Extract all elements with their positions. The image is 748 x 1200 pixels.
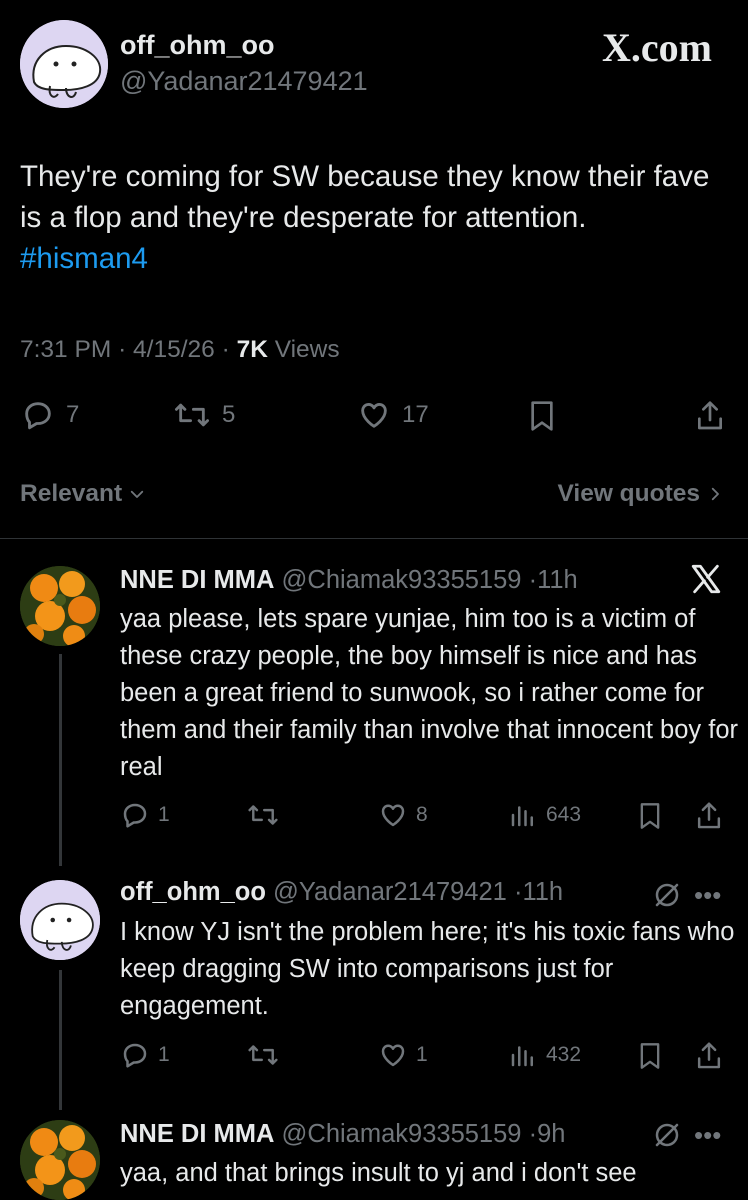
author-display-name[interactable]: off_ohm_oo — [120, 30, 275, 61]
reply-text: yaa please, lets spare yunjae, him too i… — [120, 605, 739, 781]
author-avatar[interactable] — [20, 20, 108, 108]
chevron-down-icon — [130, 490, 144, 498]
heart-icon — [361, 403, 387, 428]
flower-avatar-icon — [20, 566, 100, 646]
relevant-sort-dropdown[interactable]: Relevant — [20, 480, 146, 508]
reply-time[interactable]: 11h — [537, 566, 578, 594]
reply-text: yaa, and that brings insult to yj and i … — [120, 1159, 637, 1187]
tweet-time[interactable]: 7:31 PM — [20, 336, 111, 363]
views-count: 7K — [236, 336, 268, 363]
like-button[interactable]: 17 — [356, 398, 429, 432]
thread-line — [59, 970, 62, 1110]
reply-time[interactable]: 11h — [522, 878, 563, 906]
meta-separator: · — [221, 336, 237, 363]
reply-header: off_ohm_oo @Yadanar21479421 ·11h — [120, 878, 563, 907]
retweet-icon — [248, 805, 278, 825]
reply-icon — [25, 402, 51, 430]
views-count: 432 — [546, 1043, 582, 1066]
reply-retweet-button[interactable] — [246, 1040, 288, 1070]
relevant-label: Relevant — [20, 480, 123, 507]
author-handle[interactable]: @Yadanar21479421 — [120, 66, 368, 97]
reply-bookmark-button[interactable] — [636, 1040, 664, 1072]
reply-display-name[interactable]: NNE DI MMA — [120, 1120, 274, 1148]
reply-reply-button[interactable]: 1 — [120, 800, 170, 830]
reply-views-button[interactable]: 432 — [508, 1040, 581, 1070]
reply-avatar[interactable] — [20, 566, 100, 646]
reply-handle[interactable]: @Chiamak93355159 — [282, 566, 522, 594]
reply-avatar[interactable] — [20, 1120, 100, 1200]
bookmark-icon — [640, 803, 660, 829]
like-count: 17 — [402, 401, 429, 428]
bookmark-icon — [531, 401, 553, 431]
analytics-icon — [511, 806, 533, 827]
reply-display-name[interactable]: off_ohm_oo — [120, 878, 266, 906]
share-button[interactable] — [694, 398, 726, 434]
retweet-button[interactable]: 5 — [172, 398, 235, 432]
reply-count: 7 — [66, 401, 80, 428]
grok-icon[interactable] — [652, 880, 682, 910]
tweet-text: They're coming for SW because they know … — [20, 156, 730, 279]
tweet-meta: 7:31 PM · 4/15/26 · 7K Views — [20, 336, 340, 364]
reply-bookmark-button[interactable] — [636, 800, 664, 832]
more-options-icon[interactable]: ••• — [694, 1120, 721, 1151]
reply-time[interactable]: 9h — [537, 1120, 565, 1148]
x-logo-icon — [688, 562, 724, 596]
share-icon — [698, 401, 722, 430]
x-brand-logo: X.com — [602, 25, 712, 70]
heart-icon — [381, 804, 405, 827]
like-count: 8 — [416, 803, 428, 826]
reply-views-button[interactable]: 643 — [508, 800, 581, 830]
reply-retweet-button[interactable] — [246, 800, 288, 830]
chevron-right-icon — [711, 487, 719, 501]
meta-separator: · — [528, 1120, 538, 1148]
reply-text: I know YJ isn't the problem here; it's h… — [120, 918, 735, 1020]
reply-handle[interactable]: @Yadanar21479421 — [273, 878, 507, 906]
reply-header: NNE DI MMA @Chiamak93355159 ·11h — [120, 566, 578, 595]
reply-handle[interactable]: @Chiamak93355159 — [282, 1120, 522, 1148]
thread-line — [59, 654, 62, 866]
reply-count: 1 — [158, 1043, 170, 1066]
bookmark-button[interactable] — [526, 398, 558, 434]
reply-like-button[interactable]: 1 — [378, 1040, 428, 1070]
view-quotes-label: View quotes — [557, 480, 700, 507]
tweet-date[interactable]: 4/15/26 — [133, 336, 215, 363]
reply-header: NNE DI MMA @Chiamak93355159 ·9h — [120, 1120, 565, 1149]
heart-icon — [381, 1044, 405, 1067]
meta-separator: · — [528, 566, 538, 594]
grok-icon[interactable] — [652, 1120, 682, 1150]
analytics-icon — [511, 1046, 533, 1067]
reply-like-button[interactable]: 8 — [378, 800, 428, 830]
reply-icon — [123, 1043, 147, 1068]
retweet-count: 5 — [222, 401, 236, 428]
views-label: Views — [274, 336, 340, 363]
meta-separator: · — [118, 336, 134, 363]
view-quotes-link[interactable]: View quotes — [557, 480, 724, 508]
tweet-body: They're coming for SW because they know … — [20, 160, 710, 234]
blob-avatar-icon — [20, 880, 100, 960]
section-divider — [0, 538, 748, 539]
views-count: 643 — [546, 803, 582, 826]
reply-icon — [123, 803, 147, 828]
reply-share-button[interactable] — [694, 1040, 724, 1072]
reply-avatar[interactable] — [20, 880, 100, 960]
reply-display-name[interactable]: NNE DI MMA — [120, 566, 274, 594]
retweet-icon — [175, 403, 209, 427]
more-options-icon[interactable]: ••• — [694, 880, 721, 911]
share-icon — [697, 1042, 721, 1069]
like-count: 1 — [416, 1043, 428, 1066]
flower-avatar-icon — [20, 1120, 100, 1200]
bookmark-icon — [640, 1043, 660, 1069]
hashtag-link[interactable]: #hisman4 — [20, 238, 730, 279]
share-icon — [697, 802, 721, 829]
reply-count: 1 — [158, 803, 170, 826]
reply-button[interactable]: 7 — [20, 398, 79, 432]
reply-share-button[interactable] — [694, 800, 724, 832]
reply-reply-button[interactable]: 1 — [120, 1040, 170, 1070]
blob-avatar-icon — [20, 20, 108, 108]
retweet-icon — [248, 1045, 278, 1065]
